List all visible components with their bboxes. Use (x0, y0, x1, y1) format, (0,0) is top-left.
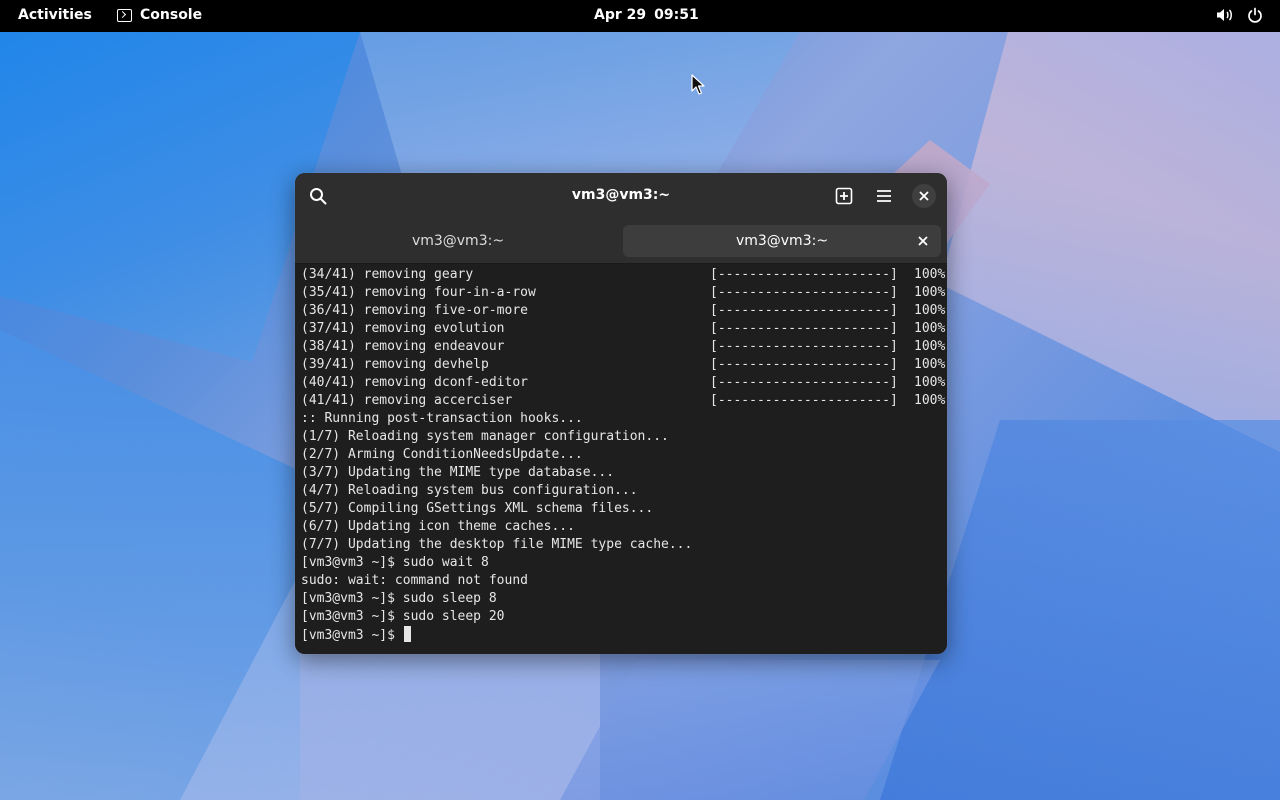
volume-icon (1216, 6, 1234, 24)
system-menu-button[interactable] (1216, 6, 1264, 24)
activities-button[interactable]: Activities (18, 7, 92, 23)
output-line: (7/7) Updating the desktop file MIME typ… (301, 537, 693, 552)
text-cursor (403, 626, 411, 642)
progress-line: (35/41) removing four-in-a-row [---------… (301, 285, 946, 300)
clock-time: 09:51 (654, 7, 699, 23)
hamburger-menu-icon (877, 190, 891, 202)
close-window-button[interactable] (912, 184, 936, 208)
main-menu-button[interactable] (872, 184, 896, 208)
progress-line: (38/41) removing endeavour [-------------… (301, 339, 946, 354)
output-line: [vm3@vm3 ~]$ sudo sleep 8 (301, 591, 497, 606)
tab-terminal-1[interactable]: vm3@vm3:~ (299, 225, 617, 257)
output-line: (5/7) Compiling GSettings XML schema fil… (301, 501, 654, 516)
tab-label: vm3@vm3:~ (411, 233, 505, 249)
output-line: (6/7) Updating icon theme caches... (301, 519, 575, 534)
output-line: [vm3@vm3 ~]$ sudo wait 8 (301, 555, 489, 570)
app-menu-button[interactable]: Console (117, 7, 202, 23)
clock-button[interactable]: Apr 29 09:51 (594, 7, 699, 23)
shell-prompt: [vm3@vm3 ~]$ (301, 628, 403, 643)
wallpaper-facet (560, 660, 940, 800)
tab-bar: vm3@vm3:~ vm3@vm3:~ (295, 219, 947, 264)
close-tab-button[interactable] (915, 233, 931, 249)
clock-date: Apr 29 (594, 7, 647, 23)
new-tab-icon (835, 187, 853, 205)
new-tab-button[interactable] (832, 184, 856, 208)
terminal-output[interactable]: (34/41) removing geary [-----------------… (295, 264, 947, 654)
progress-line: (34/41) removing geary [-----------------… (301, 267, 946, 282)
mouse-pointer-icon (691, 74, 705, 95)
output-line: (1/7) Reloading system manager configura… (301, 429, 669, 444)
progress-line: (36/41) removing five-or-more [----------… (301, 303, 946, 318)
output-line: :: Running post-transaction hooks... (301, 411, 583, 426)
progress-line: (41/41) removing accerciser [------------… (301, 393, 946, 408)
wallpaper-facet (940, 32, 1280, 452)
output-line: (4/7) Reloading system bus configuration… (301, 483, 638, 498)
tab-label: vm3@vm3:~ (735, 233, 829, 249)
output-line: (3/7) Updating the MIME type database... (301, 465, 615, 480)
output-line: [vm3@vm3 ~]$ sudo sleep 20 (301, 609, 505, 624)
close-icon (919, 191, 929, 201)
progress-line: (39/41) removing devhelp [---------------… (301, 357, 946, 372)
close-icon (918, 236, 928, 246)
progress-line: (37/41) removing evolution [-------------… (301, 321, 946, 336)
wallpaper-facet (360, 32, 800, 182)
output-line: (2/7) Arming ConditionNeedsUpdate... (301, 447, 583, 462)
terminal-window: vm3@vm3:~ vm3@vm3:~ vm3@vm3:~ (34/41) re… (295, 173, 947, 654)
top-bar: Activities Console Apr 29 09:51 (0, 0, 1280, 32)
console-icon (117, 8, 132, 22)
tab-terminal-2[interactable]: vm3@vm3:~ (623, 225, 941, 257)
power-icon (1246, 6, 1264, 24)
prompt-line[interactable]: [vm3@vm3 ~]$ (301, 626, 941, 644)
app-name: Console (140, 7, 203, 23)
progress-line: (40/41) removing dconf-editor [----------… (301, 375, 946, 390)
output-line: sudo: wait: command not found (301, 573, 528, 588)
header-bar[interactable]: vm3@vm3:~ (295, 173, 947, 219)
